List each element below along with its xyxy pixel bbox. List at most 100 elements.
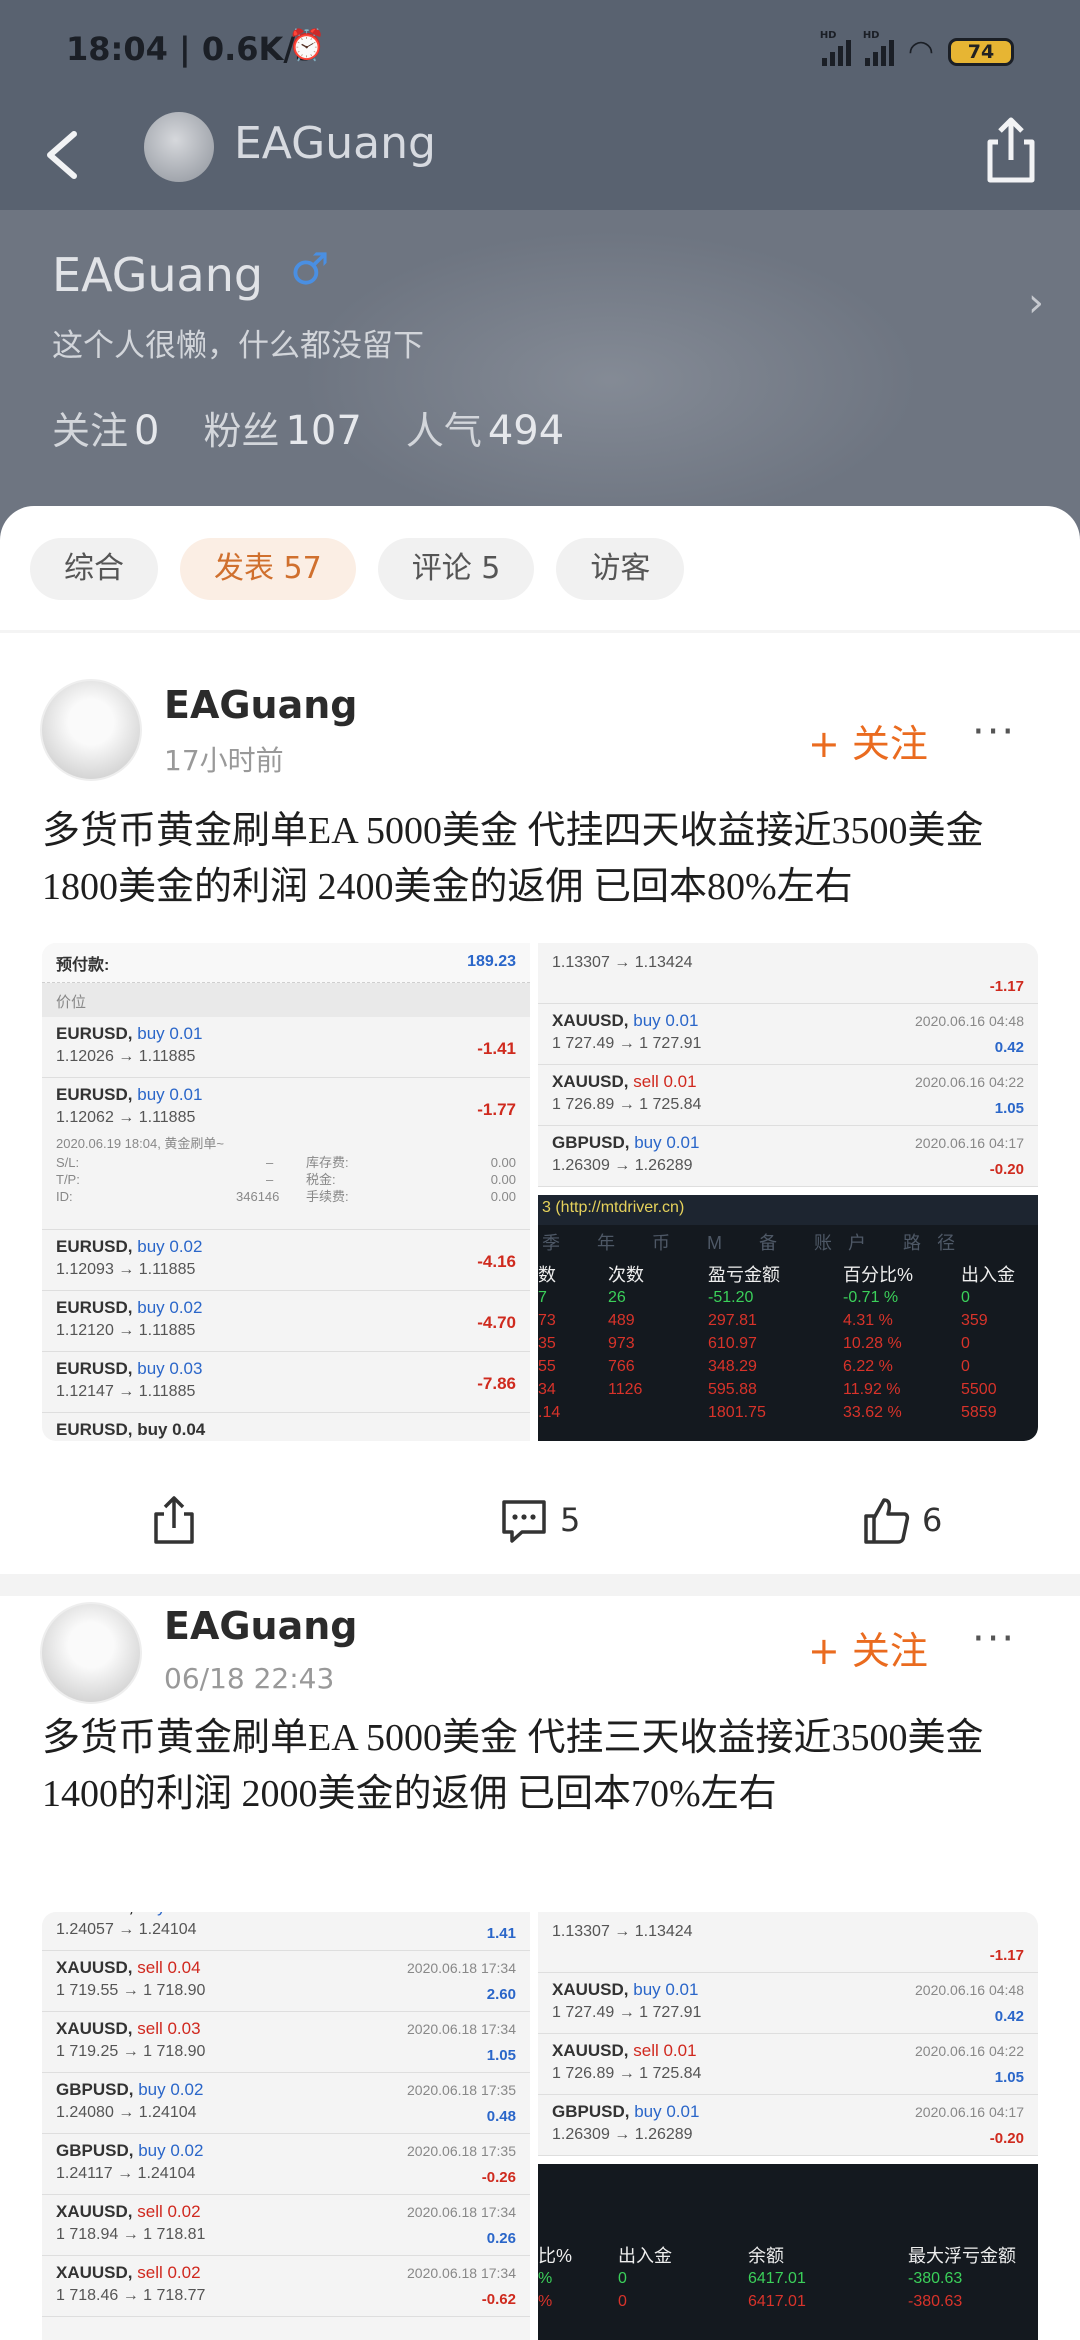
post-author[interactable]: EAGuang: [164, 1604, 358, 1648]
thumbs-up-icon: [864, 1498, 910, 1544]
terminal-header-cell: 盈亏金额: [708, 1265, 780, 1285]
post-image[interactable]: 3 (http://mtdriver.cn) 季 年 币 M 备 账户 路径 数…: [538, 1195, 1038, 1441]
trade-row: EURUSD, buy 0.02 1.12093 → 1.11885 -4.16: [42, 1230, 530, 1291]
trade-pl: 0.26: [486, 2230, 516, 2247]
battery-icon: 74: [948, 37, 1014, 66]
like-button[interactable]: 6: [862, 1494, 942, 1546]
trade-row: GBPUSD, buy 0.01 1.26309 → 1.26289 2020.06…: [538, 1126, 1038, 1187]
avatar[interactable]: [40, 1602, 142, 1704]
share-icon: [154, 1496, 194, 1544]
terminal-cell: -0.71 %: [843, 1289, 899, 1306]
terminal-cell: -380.63: [908, 2270, 963, 2287]
trade-symbol: GBPUSD,: [552, 1133, 630, 1152]
trade-date: 2020.06.18 17:35: [407, 2143, 516, 2159]
tab-comments[interactable]: 评论 5: [377, 538, 535, 600]
trade-prices: 1.26309 → 1.26289: [552, 2126, 693, 2143]
post-text[interactable]: 多货币黄金刷单EA 5000美金 代挂四天收益接近3500美金 1800美金的利…: [42, 803, 1042, 915]
more-icon[interactable]: ···: [972, 709, 1016, 755]
trade-row: 1.13307 → 1.13424 -1.17: [538, 943, 1038, 1004]
comment-icon: [502, 1500, 546, 1543]
chevron-right-icon[interactable]: ›: [1028, 280, 1044, 326]
stat-following[interactable]: 关注 0: [52, 400, 159, 455]
trade-row: GBPUSD, buy 0.01 1.26309 → 1.26289 2020.06…: [538, 2095, 1038, 2156]
trade-prices: 1.12093 → 1.11885: [56, 1261, 196, 1278]
comment-button[interactable]: 5: [500, 1494, 580, 1546]
trade-row: XAUUSD, buy 0.01 1 727.49 → 1 727.91 2020.…: [538, 1004, 1038, 1065]
avatar[interactable]: [40, 679, 142, 781]
trade-prices: 1.12147 → 1.11885: [56, 1383, 196, 1400]
stat-popularity: 人气 494: [406, 400, 564, 455]
profile-header: 18:04 | 0.6K/s ⏰ HD HD ◠ 74 EAGuang EAGu…: [0, 0, 1080, 540]
terminal-row: 73 489 297.81 4.31 % 359: [538, 1312, 1038, 1335]
trade-date: 2020.06.18 17:35: [407, 2082, 516, 2098]
trade-date: 2020.06.18 17:34: [407, 2204, 516, 2220]
terminal-cell: 1126: [608, 1381, 643, 1398]
tab-overview[interactable]: 综合: [30, 538, 158, 600]
trade-row: XAUUSD, sell 0.01 1 726.89 → 1 725.84 2020…: [538, 1065, 1038, 1126]
avatar[interactable]: [144, 112, 214, 182]
trade-prices: 1.24117 → 1.24104: [56, 2165, 196, 2182]
follow-button[interactable]: + 关注: [808, 713, 928, 768]
trade-note: 2020.06.19 18:04, 黄金刷单~: [56, 1136, 225, 1151]
trade-side: sell 0.03: [137, 2019, 201, 2038]
post-card: EAGuang 06/18 22:43 + 关注 ··· 多货币黄金刷单EA 5…: [0, 1596, 1080, 1926]
trade-date: 2020.06.16 04:17: [915, 1135, 1024, 1151]
terminal-cell: 73: [538, 1312, 556, 1329]
trade-row: XAUUSD, sell 0.02 1 718.94 → 1 718.81 2020…: [42, 2195, 530, 2256]
terminal-cell: 359: [961, 1312, 988, 1329]
post-image[interactable]: 预付款: 189.23 价位 EURUSD, buy 0.01 1.12026 …: [42, 943, 530, 1441]
share-button[interactable]: [150, 1494, 198, 1546]
trade-side: sell 0.02: [137, 2202, 201, 2221]
stat-value: 0: [134, 408, 160, 454]
trade-pl: -0.26: [481, 2169, 516, 2186]
trade-symbol: GBPUSD,: [56, 2141, 134, 2160]
share-icon[interactable]: [976, 110, 1046, 190]
terminal-cell: 6417.01: [748, 2293, 806, 2310]
trade-pl: 0.42: [994, 2008, 1024, 2025]
more-icon[interactable]: ···: [972, 1616, 1016, 1662]
terminal-cell: [608, 1404, 708, 1427]
terminal-cell: 348.29: [708, 1358, 757, 1375]
trade-symbol: EURUSD,: [56, 1359, 133, 1378]
trade-symbol: EURUSD,: [56, 1085, 133, 1104]
post-image-grid[interactable]: 预付款: 189.23 价位 EURUSD, buy 0.01 1.12026 …: [42, 943, 1038, 1441]
trade-row: GBPUSD, buy 0.03 1.24057 → 1.24104 2020.06…: [42, 1912, 530, 1951]
stat-label: 关注: [52, 409, 129, 453]
post-image[interactable]: 比% 出入金 余额 最大浮亏金额% 0 6417.01 -380.63% 0 6417.01 -3…: [538, 2164, 1038, 2340]
status-icons: HD HD ◠ 74: [820, 30, 1014, 69]
trade-side: buy 0.03: [138, 1912, 203, 1916]
trade-prices: 1.13307 → 1.13424: [552, 1923, 693, 1940]
trade-prices: 1.12120 → 1.11885: [56, 1322, 196, 1339]
terminal-row: % 0 6417.01 -380.63: [538, 2270, 1038, 2293]
tab-posts[interactable]: 发表 57: [180, 538, 356, 600]
nav-title: EAGuang: [234, 118, 436, 169]
tab-visitors[interactable]: 访客: [556, 538, 685, 600]
post-image[interactable]: GBPUSD, buy 0.03 1.24057 → 1.24104 2020.06…: [42, 1912, 530, 2340]
post-image[interactable]: 1.13307 → 1.13424 -1.17 XAUUSD, buy 0.01 1 …: [538, 1912, 1038, 2156]
trade-date: 2020.06.16 04:17: [915, 2104, 1024, 2120]
post-image[interactable]: 1.13307 → 1.13424 -1.17 XAUUSD, buy 0.01 1 …: [538, 943, 1038, 1187]
stat-followers[interactable]: 粉丝 107: [203, 400, 361, 455]
section-label: 价位: [42, 983, 530, 1017]
post-text[interactable]: 多货币黄金刷单EA 5000美金 代挂三天收益接近3500美金 1400的利润 …: [42, 1710, 1042, 1822]
post-author[interactable]: EAGuang: [164, 683, 358, 727]
detail-value: 346146: [236, 1189, 280, 1204]
male-icon: ♂: [290, 244, 330, 295]
trade-row: EURUSD, buy 0.02 1.12120 → 1.11885 -4.70: [42, 1291, 530, 1352]
trade-pl: -1.77: [477, 1100, 516, 1119]
terminal-cell: 766: [608, 1358, 635, 1375]
terminal-menu: 季 年 币 M 备 账户 路径: [542, 1233, 971, 1253]
trade-date: 2020.06.16 04:48: [915, 1982, 1024, 1998]
trade-row: EURUSD, buy 0.01 1.12026 → 1.11885 -1.41: [42, 1017, 530, 1078]
post-image-grid[interactable]: GBPUSD, buy 0.03 1.24057 → 1.24104 2020.06…: [42, 1912, 1038, 2340]
trade-row: XAUUSD, sell 0.01 1 726.89 → 1 725.84 2020…: [538, 2034, 1038, 2095]
terminal-cell: 55: [538, 1358, 556, 1375]
trade-side: sell 0.01: [633, 2041, 697, 2060]
terminal-cell: 33.62 %: [843, 1404, 902, 1421]
follow-button[interactable]: + 关注: [808, 1620, 928, 1675]
trade-row: XAUUSD, sell 0.02 1 718.46 → 1 718.77 2020…: [42, 2256, 530, 2317]
terminal-cell: 595.88: [708, 1381, 757, 1398]
trade-row: EURUSD, buy 0.03 1.12147 → 1.11885 -7.86: [42, 1352, 530, 1413]
back-arrow-icon[interactable]: [34, 120, 94, 190]
post-time: 06/18 22:43: [164, 1662, 335, 1695]
